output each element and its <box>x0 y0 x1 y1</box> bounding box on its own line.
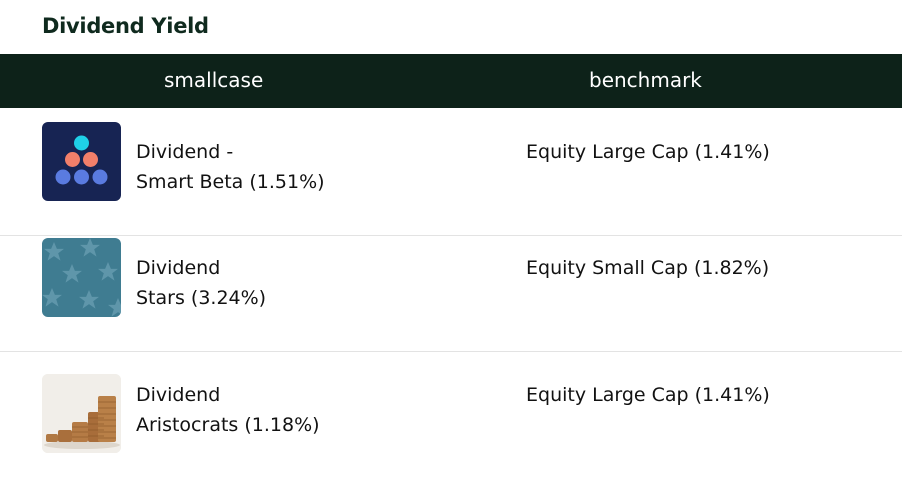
stars-pattern-icon[interactable] <box>42 238 121 317</box>
smallcase-name-line2: Aristocrats (1.18%) <box>136 414 320 436</box>
smallcase-name-line1: Dividend <box>136 257 221 279</box>
section-title: Dividend Yield <box>42 14 209 38</box>
coin-stacks-image[interactable] <box>42 374 121 453</box>
smallcase-name[interactable]: Dividend - Smart Beta (1.51%) <box>136 137 325 197</box>
smallcase-name[interactable]: Dividend Stars (3.24%) <box>136 253 266 313</box>
smallcase-name-line1: Dividend - <box>136 141 234 163</box>
smallcase-name-line1: Dividend <box>136 384 221 406</box>
table-header: smallcase benchmark <box>0 54 902 108</box>
smallcase-name-line2: Smart Beta (1.51%) <box>136 171 325 193</box>
smallcase-name-line2: Stars (3.24%) <box>136 287 267 309</box>
table-row[interactable]: Dividend - Smart Beta (1.51%) Equity Lar… <box>0 108 902 236</box>
benchmark-label: Equity Large Cap (1.41%) <box>526 384 770 406</box>
column-header-benchmark: benchmark <box>589 68 702 92</box>
column-header-smallcase: smallcase <box>164 68 264 92</box>
table-row[interactable]: Dividend Stars (3.24%) Equity Small Cap … <box>0 224 902 352</box>
table-row[interactable]: Dividend Aristocrats (1.18%) Equity Larg… <box>0 351 902 478</box>
benchmark-label: Equity Small Cap (1.82%) <box>526 257 770 279</box>
smallcase-name[interactable]: Dividend Aristocrats (1.18%) <box>136 380 320 440</box>
benchmark-label: Equity Large Cap (1.41%) <box>526 141 770 163</box>
smart-beta-dots-icon[interactable] <box>42 122 121 201</box>
